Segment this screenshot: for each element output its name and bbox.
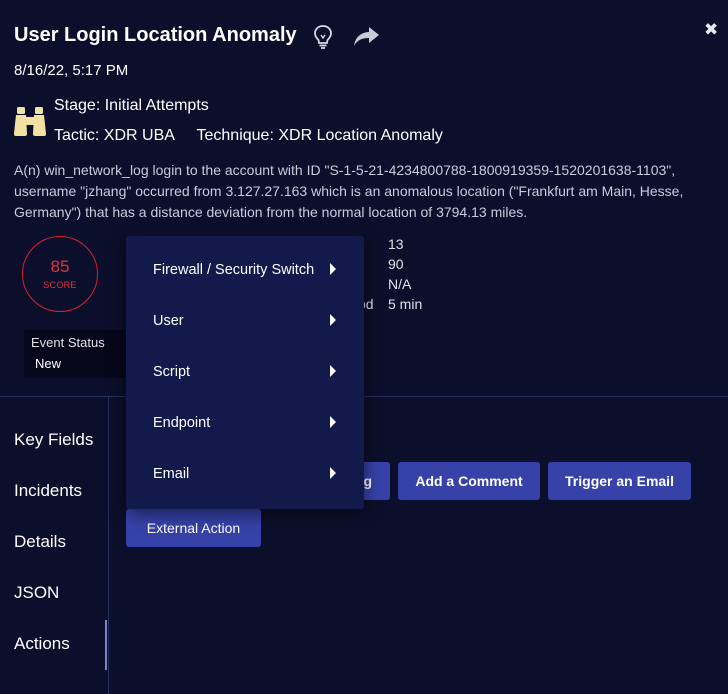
active-tab-indicator (105, 620, 107, 670)
trigger-email-button[interactable]: Trigger an Email (548, 462, 691, 500)
event-status-value: New (35, 356, 62, 371)
menu-item-label: User (153, 312, 184, 329)
menu-item-label: Email (153, 465, 190, 482)
stat-value: N/A (388, 276, 412, 292)
lightbulb-icon[interactable] (312, 24, 334, 50)
sidebar-item-key-fields[interactable]: Key Fields (14, 430, 93, 450)
add-comment-button[interactable]: Add a Comment (398, 462, 540, 500)
menu-item-script[interactable]: Script (126, 346, 364, 397)
page-title: User Login Location Anomaly (14, 24, 297, 46)
sidebar-item-details[interactable]: Details (14, 532, 66, 552)
score-badge: 85 SCORE (22, 236, 98, 312)
technique-label: Technique: (196, 127, 274, 144)
event-description: A(n) win_network_log login to the accoun… (14, 162, 684, 220)
tactic-value: XDR UBA (103, 127, 175, 144)
chevron-right-icon (330, 263, 336, 275)
menu-item-endpoint[interactable]: Endpoint (126, 397, 364, 448)
event-status-box[interactable]: Event Status New (24, 330, 130, 378)
tactic-label: Tactic: (54, 127, 100, 144)
score-value: 85 (50, 257, 70, 276)
sidebar-item-incidents[interactable]: Incidents (14, 481, 82, 501)
tactic-line: Tactic: XDR UBA Technique: XDR Location … (54, 127, 443, 145)
menu-item-label: Firewall / Security Switch (153, 261, 315, 278)
stage-label: Stage: (54, 97, 101, 114)
menu-item-email[interactable]: Email (126, 448, 364, 499)
close-icon[interactable]: ✖ (704, 20, 718, 40)
external-action-button[interactable]: External Action (126, 509, 261, 547)
score-label: SCORE (43, 280, 77, 290)
stat-value: 13 (388, 236, 404, 252)
event-status-label: Event Status (31, 335, 105, 350)
chevron-right-icon (330, 416, 336, 428)
chevron-right-icon (330, 365, 336, 377)
external-action-menu: Firewall / Security Switch User Script E… (126, 236, 364, 509)
stat-value: 90 (388, 256, 404, 272)
share-arrow-icon[interactable] (352, 25, 380, 49)
chevron-right-icon (330, 314, 336, 326)
menu-item-user[interactable]: User (126, 295, 364, 346)
stage-value: Initial Attempts (104, 97, 209, 114)
sidebar-divider (108, 397, 109, 694)
menu-item-firewall[interactable]: Firewall / Security Switch (126, 244, 364, 295)
stat-value: 5 min (388, 296, 423, 312)
menu-item-label: Endpoint (153, 414, 211, 431)
technique-value: XDR Location Anomaly (278, 127, 443, 144)
menu-item-label: Script (153, 363, 191, 380)
section-divider (0, 396, 728, 397)
chevron-right-icon (330, 467, 336, 479)
stage-line: Stage: Initial Attempts (54, 97, 209, 115)
binoculars-icon (14, 107, 46, 136)
event-date: 8/16/22, 5:17 PM (14, 62, 129, 79)
sidebar-item-json[interactable]: JSON (14, 583, 59, 603)
sidebar-item-actions[interactable]: Actions (14, 634, 70, 654)
